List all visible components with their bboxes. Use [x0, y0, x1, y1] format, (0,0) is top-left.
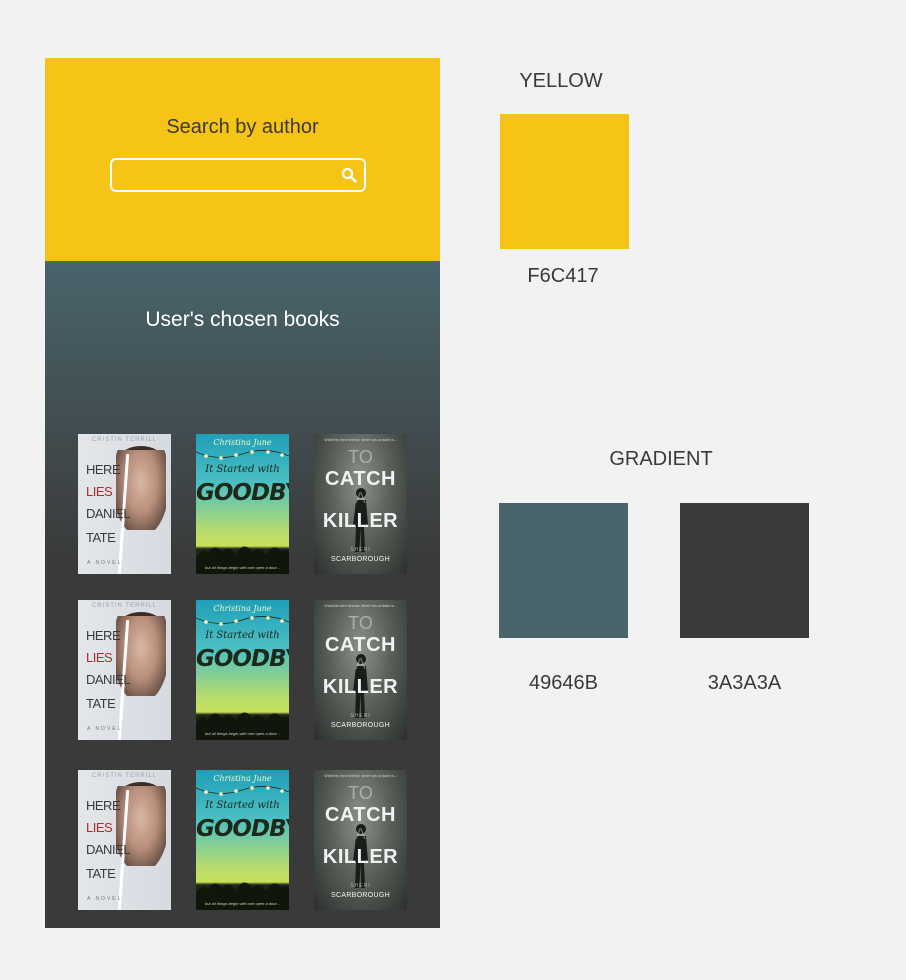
book-title: DANIEL: [86, 842, 130, 857]
book-title: A: [355, 656, 366, 673]
book-cover-here-lies-daniel-tate[interactable]: CRISTIN TERRILL HERE LIES DANIEL TATE A …: [78, 434, 171, 574]
book-title: TATE: [86, 866, 116, 881]
search-icon[interactable]: [334, 160, 364, 190]
app-mockup: Search by author User's chosen books CRI…: [45, 58, 440, 928]
book-title: GOODBYE: [196, 646, 289, 672]
book-title: HERE: [86, 462, 121, 477]
book-author: SHERI: [350, 713, 371, 719]
book-title: LIES: [86, 650, 113, 665]
gradient-end-swatch: [680, 503, 809, 638]
book-tagline: but all things begin with one open a doo…: [204, 901, 280, 906]
gradient-start-swatch: [499, 503, 628, 638]
book-title: LIES: [86, 484, 113, 499]
book-title: KILLER: [322, 846, 399, 868]
book-title: TATE: [86, 696, 116, 711]
book-title: HERE: [86, 798, 121, 813]
book-title: GOODBYE: [196, 816, 289, 842]
book-author: SCARBOROUGH: [331, 556, 390, 563]
book-author: Christina June: [213, 438, 272, 447]
book-author: SCARBOROUGH: [331, 722, 390, 729]
book-blurb: What this teen forensic sleuth has at st…: [324, 438, 397, 442]
book-cover-to-catch-a-killer[interactable]: What this teen forensic sleuth has at st…: [314, 434, 407, 574]
book-title: DANIEL: [86, 672, 130, 687]
book-subtitle: A NOVEL: [87, 726, 123, 732]
yellow-code: F6C417: [527, 265, 599, 287]
book-title: TATE: [86, 530, 116, 545]
book-author: SHERI: [350, 883, 371, 889]
book-title: GOODBYE: [196, 480, 289, 506]
book-title: It Started with: [205, 800, 280, 811]
book-cover-to-catch-a-killer[interactable]: What this teen forensic sleuth has at st…: [314, 770, 407, 910]
book-title: TO: [348, 613, 373, 633]
yellow-swatch: [500, 114, 629, 249]
book-cover-here-lies-daniel-tate[interactable]: CRISTIN TERRILL HERE LIES DANIEL TATE A …: [78, 770, 171, 910]
gradient-heading: GRADIENT: [609, 448, 713, 470]
book-author: SHERI: [350, 547, 371, 553]
gradient-end-code: 3A3A3A: [707, 672, 782, 694]
book-title: A: [355, 826, 366, 843]
book-subtitle: A NOVEL: [87, 896, 123, 902]
book-tagline: but all things begin with one open a doo…: [204, 565, 280, 570]
book-author: CRISTIN TERRILL: [91, 437, 158, 443]
chosen-books-title: User's chosen books: [145, 308, 340, 331]
book-title: It Started with: [205, 464, 280, 475]
search-input[interactable]: [112, 160, 334, 190]
chosen-books-section: User's chosen books CRISTIN TERRILL HERE…: [45, 261, 440, 928]
book-author: SCARBOROUGH: [331, 892, 390, 899]
book-author: CRISTIN TERRILL: [91, 603, 158, 609]
book-cover-it-started-with-goodbye[interactable]: Christina June It Started with GOODBYE b…: [196, 434, 289, 574]
book-title: TO: [348, 447, 373, 467]
yellow-heading: YELLOW: [519, 70, 603, 92]
search-section: Search by author: [45, 58, 440, 261]
gradient-start-code: 49646B: [529, 672, 598, 694]
book-title: HERE: [86, 628, 121, 643]
book-title: KILLER: [322, 676, 399, 698]
book-title: CATCH: [324, 804, 396, 826]
book-title: CATCH: [324, 634, 396, 656]
book-author: CRISTIN TERRILL: [91, 773, 158, 779]
book-title: CATCH: [324, 468, 396, 490]
book-title: KILLER: [322, 510, 399, 532]
book-cover-here-lies-daniel-tate[interactable]: CRISTIN TERRILL HERE LIES DANIEL TATE A …: [78, 600, 171, 740]
book-title: It Started with: [205, 630, 280, 641]
book-title: A: [355, 490, 366, 507]
book-blurb: What this teen forensic sleuth has at st…: [324, 604, 397, 608]
search-box: [110, 158, 366, 192]
book-title: DANIEL: [86, 506, 130, 521]
book-tagline: but all things begin with one open a doo…: [204, 731, 280, 736]
book-cover-it-started-with-goodbye[interactable]: Christina June It Started with GOODBYE b…: [196, 770, 289, 910]
book-cover-to-catch-a-killer[interactable]: What this teen forensic sleuth has at st…: [314, 600, 407, 740]
book-title: TO: [348, 783, 373, 803]
book-title: LIES: [86, 820, 113, 835]
style-guide-canvas: Search by author User's chosen books CRI…: [0, 0, 906, 980]
book-author: Christina June: [213, 774, 272, 783]
book-blurb: What this teen forensic sleuth has at st…: [324, 774, 397, 778]
search-label: Search by author: [166, 116, 319, 138]
book-subtitle: A NOVEL: [87, 560, 123, 566]
book-author: Christina June: [213, 604, 272, 613]
book-cover-it-started-with-goodbye[interactable]: Christina June It Started with GOODBYE b…: [196, 600, 289, 740]
